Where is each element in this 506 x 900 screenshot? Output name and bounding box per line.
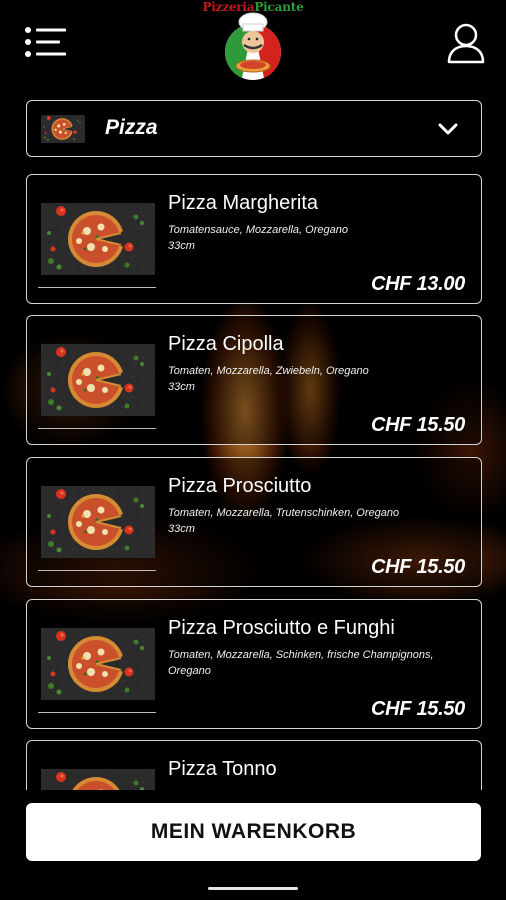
product-list[interactable]: Pizza Margherita Tomatensauce, Mozzarell…: [0, 170, 506, 790]
product-price: CHF 15.50: [370, 556, 465, 578]
product-ingredients: Tomatensauce, Mozzarella, Oregano: [168, 224, 348, 236]
divider: [38, 712, 156, 713]
product-card[interactable]: Pizza Cipolla Tomaten, Mozzarella, Zwieb…: [26, 315, 482, 445]
app-screen: PizzeriaPicante Pizza Pizza Margherita T…: [0, 0, 506, 900]
product-card[interactable]: Pizza Margherita Tomatensauce, Mozzarell…: [26, 174, 482, 304]
product-description: Tomaten, Mozzarella, Trutenschinken, Ore…: [168, 505, 468, 537]
divider: [38, 287, 156, 288]
pizza-image: [41, 628, 155, 700]
divider: [38, 570, 156, 571]
user-profile-icon[interactable]: [446, 22, 486, 64]
pizza-image: [41, 344, 155, 416]
product-description: Tomaten, Mozzarella, Zwiebeln, Oregano 3…: [168, 363, 468, 395]
chef-logo-icon: [224, 12, 282, 80]
product-card[interactable]: Pizza Tonno: [26, 740, 482, 790]
pizza-image: [41, 486, 155, 558]
category-selected-label: Pizza: [105, 116, 158, 139]
product-price: CHF 15.50: [370, 698, 465, 720]
product-name: Pizza Tonno: [168, 758, 277, 780]
divider: [38, 428, 156, 429]
pizza-image: [41, 769, 155, 790]
product-ingredients: Tomaten, Mozzarella, Schinken, frische C…: [168, 649, 434, 677]
product-size: 33cm: [168, 523, 195, 535]
home-indicator: [208, 887, 298, 890]
product-price: CHF 15.50: [370, 414, 465, 436]
product-name: Pizza Cipolla: [168, 333, 284, 355]
hamburger-menu-icon[interactable]: [24, 26, 68, 58]
product-name: Pizza Prosciutto: [168, 475, 312, 497]
product-ingredients: Tomaten, Mozzarella, Trutenschinken, Ore…: [168, 507, 400, 519]
product-name: Pizza Prosciutto e Funghi: [168, 617, 395, 639]
pizza-image: [41, 203, 155, 275]
product-name: Pizza Margherita: [168, 192, 319, 214]
app-header: PizzeriaPicante: [0, 0, 506, 85]
product-card[interactable]: Pizza Prosciutto e Funghi Tomaten, Mozza…: [26, 599, 482, 729]
product-price: CHF 13.00: [370, 273, 465, 295]
product-description: Tomaten, Mozzarella, Schinken, frische C…: [168, 647, 468, 679]
cart-button[interactable]: MEIN WARENKORB: [26, 803, 481, 861]
pizzeria-logo: PizzeriaPicante: [200, 0, 306, 82]
product-description: Tomatensauce, Mozzarella, Oregano 33cm: [168, 222, 468, 254]
product-ingredients: Tomaten, Mozzarella, Zwiebeln, Oregano: [168, 365, 369, 377]
category-dropdown[interactable]: Pizza: [26, 100, 482, 157]
product-card[interactable]: Pizza Prosciutto Tomaten, Mozzarella, Tr…: [26, 457, 482, 587]
product-size: 33cm: [168, 240, 195, 252]
chevron-down-icon: [438, 123, 458, 135]
product-size: 33cm: [168, 381, 195, 393]
category-pizza-icon: [41, 115, 85, 143]
